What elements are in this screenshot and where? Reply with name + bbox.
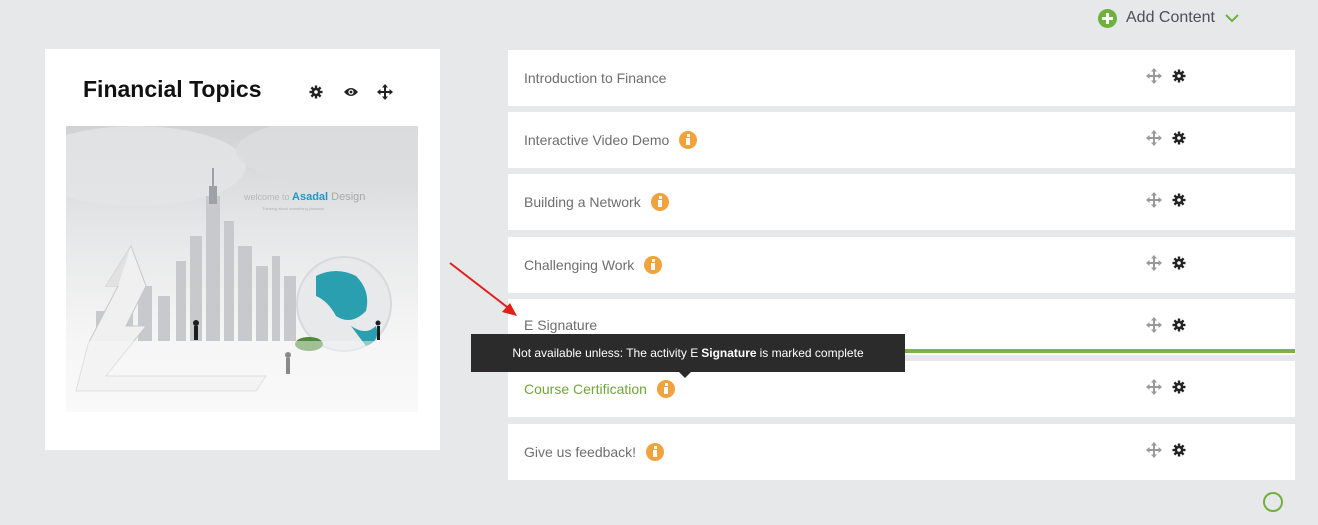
info-icon[interactable]: [656, 380, 675, 398]
move-icon[interactable]: [1146, 317, 1162, 333]
activity-name[interactable]: Interactive Video Demo: [524, 132, 669, 148]
tooltip-bold: Signature: [701, 346, 757, 360]
info-icon[interactable]: [646, 443, 665, 461]
gear-icon[interactable]: [1172, 443, 1186, 457]
move-icon[interactable]: [1146, 442, 1162, 458]
plus-circle-icon: [1098, 8, 1117, 28]
gear-icon[interactable]: [309, 82, 343, 102]
move-icon[interactable]: [1146, 192, 1162, 208]
gear-icon[interactable]: [1172, 193, 1186, 207]
availability-tooltip: Not available unless: The activity E Sig…: [471, 334, 905, 372]
course-card: Financial Topics welcome to Asadal Desig…: [45, 49, 440, 450]
completion-status-icon[interactable]: [1263, 492, 1283, 512]
activity-name[interactable]: E Signature: [524, 317, 597, 333]
image-tagline: Thinking about something pleasant: [262, 206, 325, 211]
activity-name[interactable]: Building a Network: [524, 194, 641, 210]
course-card-actions: [309, 82, 411, 102]
activity-item[interactable]: Challenging Work: [508, 237, 1295, 293]
gear-icon[interactable]: [1172, 256, 1186, 270]
move-icon[interactable]: [1146, 130, 1162, 146]
info-icon[interactable]: [650, 193, 669, 211]
annotation-arrow-icon: [449, 262, 517, 316]
course-image: welcome to Asadal Design Thinking about …: [66, 126, 418, 412]
gear-icon[interactable]: [1172, 131, 1186, 145]
course-title: Financial Topics: [83, 76, 262, 102]
eye-icon[interactable]: [343, 82, 377, 102]
chevron-down-icon[interactable]: [1224, 12, 1240, 24]
add-content-button[interactable]: Add Content: [1098, 6, 1240, 30]
gear-icon[interactable]: [1172, 380, 1186, 394]
gear-icon[interactable]: [1172, 318, 1186, 332]
tooltip-suffix: is marked complete: [759, 346, 864, 360]
info-icon[interactable]: [644, 256, 663, 274]
move-icon[interactable]: [1146, 68, 1162, 84]
completion-progress-line: [904, 349, 1295, 353]
move-icon[interactable]: [1146, 255, 1162, 271]
activity-name[interactable]: Challenging Work: [524, 257, 634, 273]
activity-name[interactable]: Give us feedback!: [524, 444, 636, 460]
add-content-label: Add Content: [1126, 9, 1215, 26]
tooltip-pointer: [679, 372, 691, 378]
tooltip-prefix: Not available unless: The activity E: [512, 346, 699, 360]
activity-name[interactable]: Course Certification: [524, 381, 647, 397]
activity-name[interactable]: Introduction to Finance: [524, 70, 666, 86]
gear-icon[interactable]: [1172, 69, 1186, 83]
image-welcome-text: welcome to Asadal Design: [244, 191, 366, 203]
info-icon[interactable]: [679, 131, 698, 149]
activity-item[interactable]: Building a Network: [508, 174, 1295, 230]
activity-item[interactable]: Introduction to Finance: [508, 50, 1295, 106]
move-icon[interactable]: [1146, 379, 1162, 395]
course-page: Add Content Financial Topics welcome to …: [0, 0, 1318, 525]
move-icon[interactable]: [377, 82, 411, 102]
activity-item[interactable]: Interactive Video Demo: [508, 112, 1295, 168]
activity-item[interactable]: Give us feedback!: [508, 424, 1295, 480]
